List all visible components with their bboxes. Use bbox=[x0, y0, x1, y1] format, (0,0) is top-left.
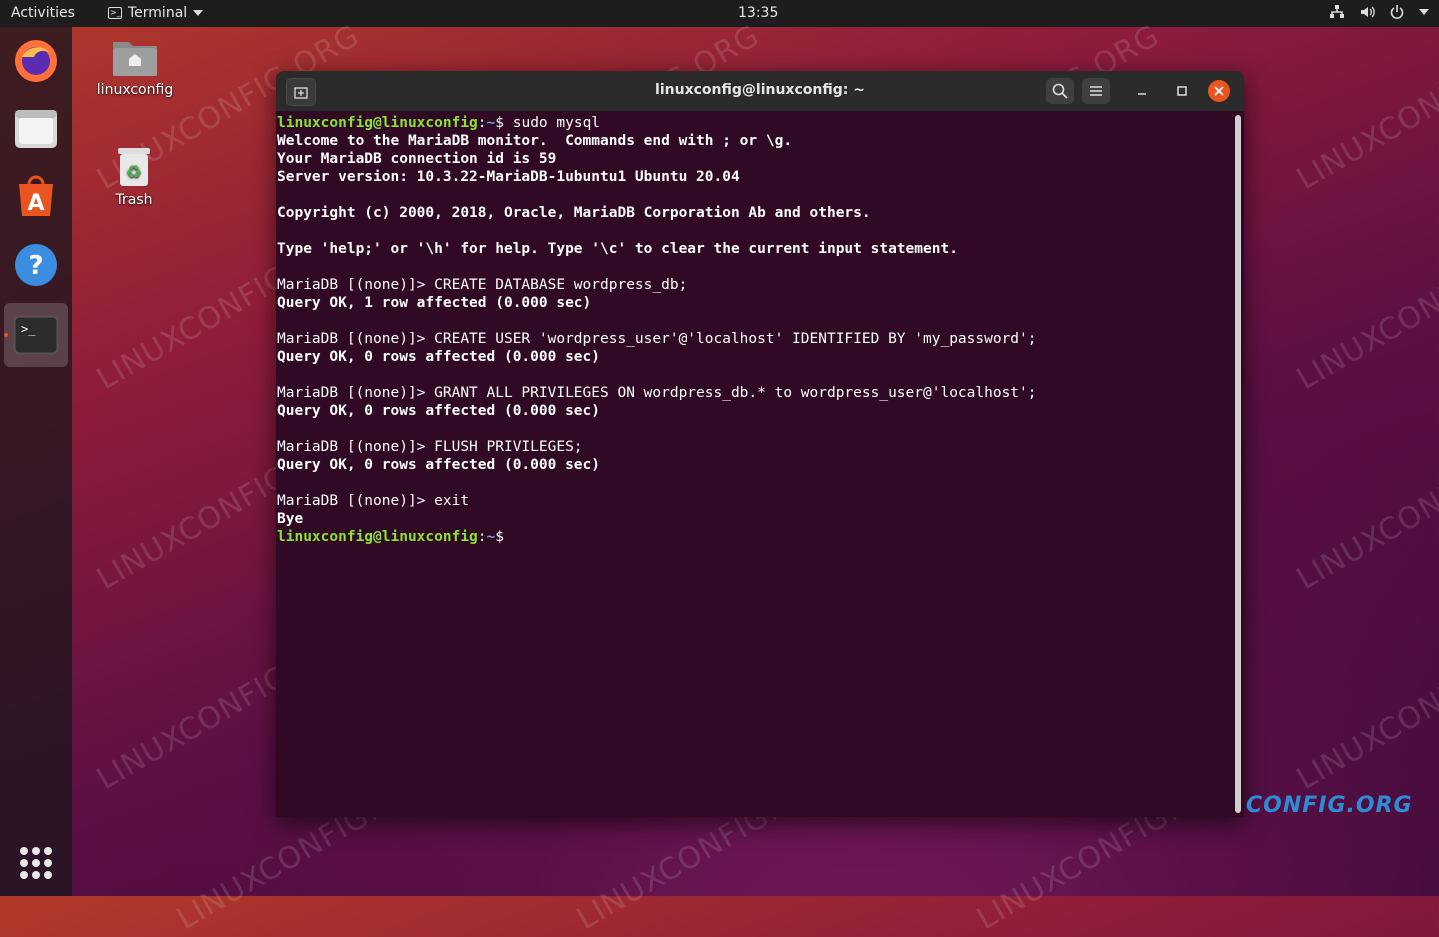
app-menu[interactable]: >_ Terminal bbox=[108, 5, 204, 21]
top-bar: Activities >_ Terminal 13:35 bbox=[0, 0, 1439, 27]
hamburger-menu-icon bbox=[1090, 86, 1102, 96]
terminal-line: Query OK, 0 rows affected (0.000 sec) bbox=[277, 403, 601, 419]
brand-logo-text: CONFIG.ORG bbox=[1246, 793, 1413, 818]
terminal-icon[interactable]: >_ bbox=[12, 311, 60, 359]
desktop-trash-label: Trash bbox=[115, 192, 153, 208]
window-titlebar[interactable]: linuxconfig@linuxconfig: ~ bbox=[276, 71, 1244, 111]
prompt-line: linuxconfig@linuxconfig:~$ bbox=[277, 528, 1231, 546]
terminal-line: Query OK, 0 rows affected (0.000 sec) bbox=[277, 349, 601, 365]
terminal-line: MariaDB [(none)]> CREATE USER 'wordpress… bbox=[277, 331, 1037, 347]
terminal-line: Welcome to the MariaDB monitor. Commands… bbox=[277, 133, 793, 149]
clock[interactable]: 13:35 bbox=[738, 5, 778, 21]
trash-icon: ♻ bbox=[118, 148, 150, 186]
terminal-line: MariaDB [(none)]> GRANT ALL PRIVILEGES O… bbox=[277, 385, 1037, 401]
chevron-down-icon bbox=[1419, 9, 1429, 15]
activities-button[interactable]: Activities bbox=[11, 5, 75, 21]
watermark: LINUXCONFIG.ORG bbox=[1291, 218, 1439, 397]
minimize-icon bbox=[1138, 93, 1146, 95]
prompt-separator: : bbox=[477, 529, 487, 545]
command-text: sudo mysql bbox=[512, 115, 601, 131]
terminal-line: Type 'help;' or '\h' for help. Type '\c'… bbox=[277, 241, 958, 257]
desktop-home-label: linuxconfig bbox=[96, 82, 174, 98]
svg-text:A: A bbox=[27, 191, 44, 216]
scrollbar[interactable] bbox=[1235, 115, 1241, 813]
network-icon bbox=[1330, 5, 1344, 18]
home-folder-icon bbox=[113, 42, 157, 76]
minimize-button[interactable] bbox=[1128, 78, 1156, 104]
search-icon bbox=[1052, 83, 1068, 99]
firefox-icon[interactable] bbox=[12, 37, 60, 85]
files-icon[interactable] bbox=[12, 105, 60, 153]
help-icon[interactable]: ? bbox=[12, 241, 60, 289]
svg-text:>_: >_ bbox=[21, 322, 36, 336]
power-icon bbox=[1390, 5, 1404, 19]
terminal-window[interactable]: linuxconfig@linuxconfig: ~ linuxconfig@l… bbox=[276, 71, 1244, 817]
app-menu-label: Terminal bbox=[128, 5, 188, 21]
dock: A ? >_ bbox=[0, 27, 72, 896]
desktop-home-folder[interactable]: linuxconfig bbox=[90, 36, 180, 98]
prompt-separator: : bbox=[477, 115, 487, 131]
close-icon bbox=[1214, 86, 1224, 96]
prompt-line: linuxconfig@linuxconfig:~$ sudo mysql bbox=[277, 114, 1231, 132]
running-indicator bbox=[4, 333, 8, 337]
terminal-line: Bye bbox=[277, 511, 304, 527]
prompt-path: ~ bbox=[486, 115, 496, 131]
terminal-line: MariaDB [(none)]> exit bbox=[277, 493, 470, 509]
prompt-path: ~ bbox=[486, 529, 496, 545]
terminal-line: Query OK, 0 rows affected (0.000 sec) bbox=[277, 457, 601, 473]
terminal-line: Copyright (c) 2000, 2018, Oracle, MariaD… bbox=[277, 205, 871, 221]
terminal-line: Query OK, 1 row affected (0.000 sec) bbox=[277, 295, 592, 311]
maximize-button[interactable] bbox=[1168, 78, 1196, 104]
software-icon[interactable]: A bbox=[12, 173, 60, 221]
terminal-output[interactable]: linuxconfig@linuxconfig:~$ sudo mysql We… bbox=[276, 111, 1231, 817]
svg-text:?: ? bbox=[28, 251, 43, 281]
prompt-symbol: $ bbox=[495, 529, 513, 545]
watermark: LINUXCONFIG.ORG bbox=[1291, 18, 1439, 197]
prompt-user: linuxconfig@linuxconfig bbox=[277, 115, 478, 131]
chevron-down-icon bbox=[193, 10, 204, 16]
prompt-symbol: $ bbox=[495, 115, 513, 131]
menu-button[interactable] bbox=[1082, 78, 1110, 104]
prompt-user: linuxconfig@linuxconfig bbox=[277, 529, 478, 545]
system-tray[interactable] bbox=[1329, 4, 1429, 20]
desktop-trash[interactable]: ♻ Trash bbox=[89, 144, 179, 208]
volume-icon bbox=[1361, 6, 1375, 18]
show-applications-button[interactable] bbox=[20, 847, 52, 879]
watermark: LINUXCONFIG.ORG bbox=[1291, 418, 1439, 597]
terminal-line: MariaDB [(none)]> FLUSH PRIVILEGES; bbox=[277, 439, 583, 455]
close-button[interactable] bbox=[1208, 80, 1230, 102]
output-lines: Welcome to the MariaDB monitor. Commands… bbox=[277, 132, 1231, 528]
svg-text:♻: ♻ bbox=[126, 162, 142, 183]
terminal-line: Your MariaDB connection id is 59 bbox=[277, 151, 557, 167]
maximize-icon bbox=[1177, 86, 1187, 96]
terminal-app-icon: >_ bbox=[108, 7, 122, 19]
terminal-line: MariaDB [(none)]> CREATE DATABASE wordpr… bbox=[277, 277, 688, 293]
search-button[interactable] bbox=[1046, 78, 1074, 104]
watermark: LINUXCONFIG.ORG bbox=[1291, 618, 1439, 797]
terminal-line: Server version: 10.3.22-MariaDB-1ubuntu1… bbox=[277, 169, 740, 185]
